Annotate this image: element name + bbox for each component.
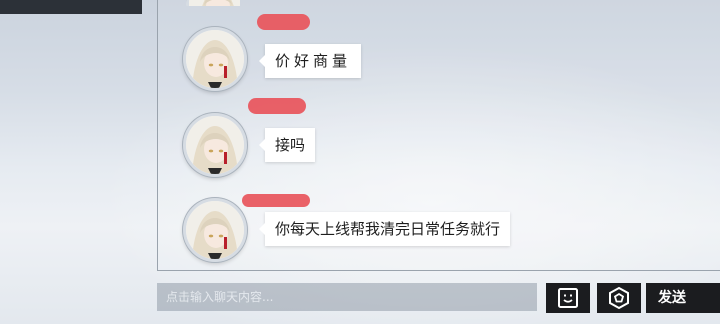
chat-input[interactable] bbox=[157, 283, 537, 311]
emoji-button[interactable] bbox=[546, 283, 590, 313]
message-bubble: 价好商量 bbox=[258, 44, 362, 78]
extra-function-button[interactable] bbox=[597, 283, 641, 313]
avatar[interactable] bbox=[183, 198, 247, 262]
partial-avatar bbox=[186, 0, 240, 6]
send-button[interactable]: 发送 bbox=[646, 283, 720, 313]
avatar[interactable] bbox=[183, 27, 247, 91]
sender-name-redacted bbox=[242, 194, 310, 207]
avatar[interactable] bbox=[183, 113, 247, 177]
message-bubble: 你每天上线帮我清完日常任务就行 bbox=[258, 212, 511, 246]
top-left-panel-edge bbox=[0, 0, 142, 14]
emoji-face-icon bbox=[558, 288, 578, 308]
sender-name-redacted bbox=[248, 98, 306, 114]
sender-name-redacted bbox=[257, 14, 310, 30]
message-bubble: 接吗 bbox=[258, 128, 316, 162]
hexagon-target-icon bbox=[609, 286, 629, 310]
